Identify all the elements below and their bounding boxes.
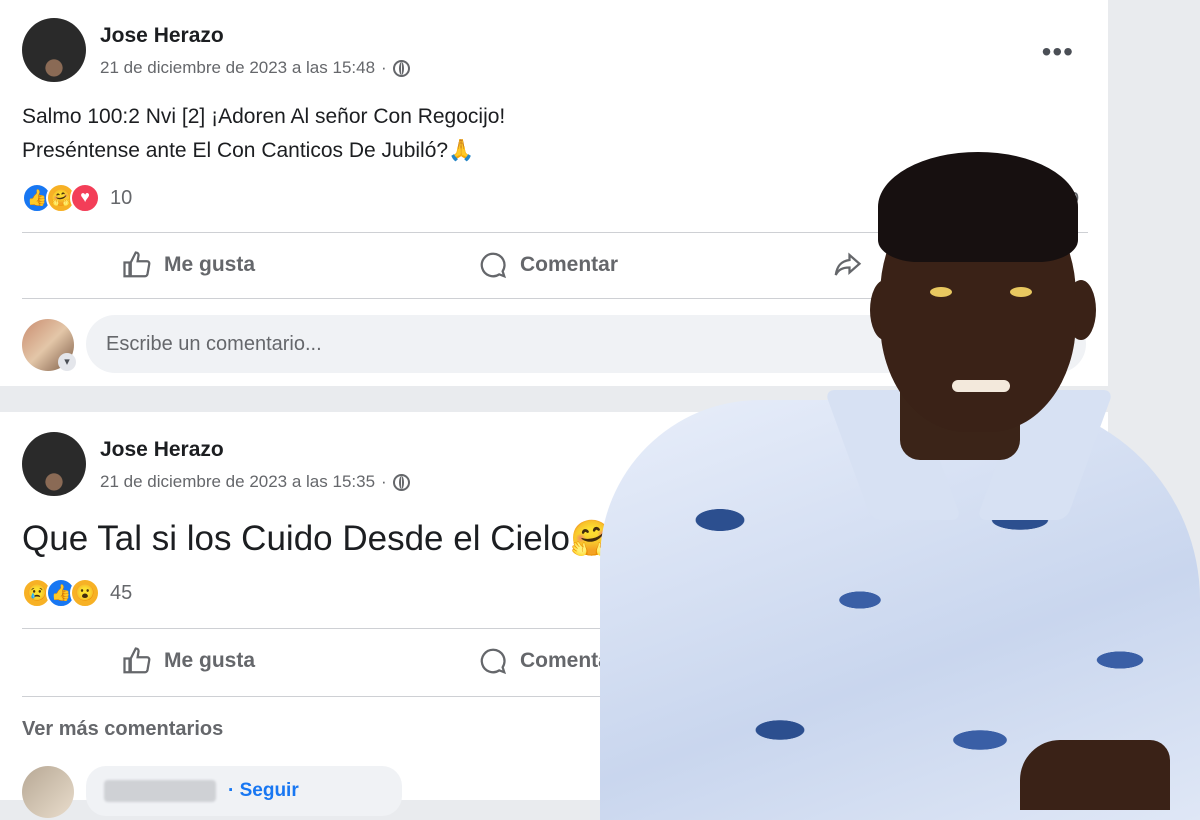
author-avatar[interactable] — [22, 18, 86, 82]
reaction-count: 10 — [110, 186, 133, 209]
person-photo — [580, 140, 1200, 820]
comment-icon — [480, 252, 507, 279]
reactions-summary[interactable]: 👍 🤗 ♥ 10 — [22, 183, 132, 213]
like-button[interactable]: Me gusta — [122, 646, 255, 676]
thumbs-up-icon — [123, 647, 151, 674]
mouth — [952, 380, 1010, 392]
wow-reaction-icon: 😮 — [70, 578, 100, 608]
hair — [878, 152, 1078, 262]
like-label: Me gusta — [164, 649, 256, 672]
post-meta: 21 de diciembre de 2023 a las 15:35 · — [100, 472, 410, 492]
post-meta: 21 de diciembre de 2023 a las 15:48 · — [100, 58, 410, 78]
eye — [930, 287, 952, 297]
post-text-line: Preséntense ante El Con Canticos De Jubi… — [22, 139, 475, 162]
reaction-count: 45 — [110, 581, 133, 604]
author-avatar[interactable] — [22, 432, 86, 496]
post-timestamp[interactable]: 21 de diciembre de 2023 a las 15:48 — [100, 58, 375, 78]
thumbs-up-icon — [123, 251, 151, 278]
eye — [1010, 287, 1032, 297]
view-more-comments-link[interactable]: Ver más comentarios — [22, 718, 223, 741]
follow-link[interactable]: · Seguir — [228, 780, 299, 802]
more-options-icon[interactable]: ••• — [1042, 36, 1074, 68]
reactions-summary[interactable]: 😢 👍 😮 45 — [22, 578, 132, 608]
love-reaction-icon: ♥ — [70, 183, 100, 213]
comment-icon — [480, 648, 507, 675]
like-label: Me gusta — [164, 253, 256, 276]
post-timestamp[interactable]: 21 de diciembre de 2023 a las 15:35 — [100, 472, 375, 492]
blurred-commenter-name — [104, 780, 216, 802]
chevron-down-icon[interactable]: ▾ — [58, 353, 76, 371]
author-name[interactable]: Jose Herazo — [100, 438, 224, 462]
globe-icon — [392, 473, 410, 491]
commenter-avatar[interactable] — [22, 766, 74, 818]
post-text: Salmo 100:2 Nvi [2] ¡Adoren Al señor Con… — [22, 100, 505, 168]
post-text-line: Salmo 100:2 Nvi [2] ¡Adoren Al señor Con… — [22, 105, 506, 128]
author-name[interactable]: Jose Herazo — [100, 24, 224, 48]
post-text: Que Tal si los Cuido Desde el Cielo🤗 — [22, 519, 614, 558]
globe-icon — [392, 59, 410, 77]
like-button[interactable]: Me gusta — [122, 250, 255, 280]
